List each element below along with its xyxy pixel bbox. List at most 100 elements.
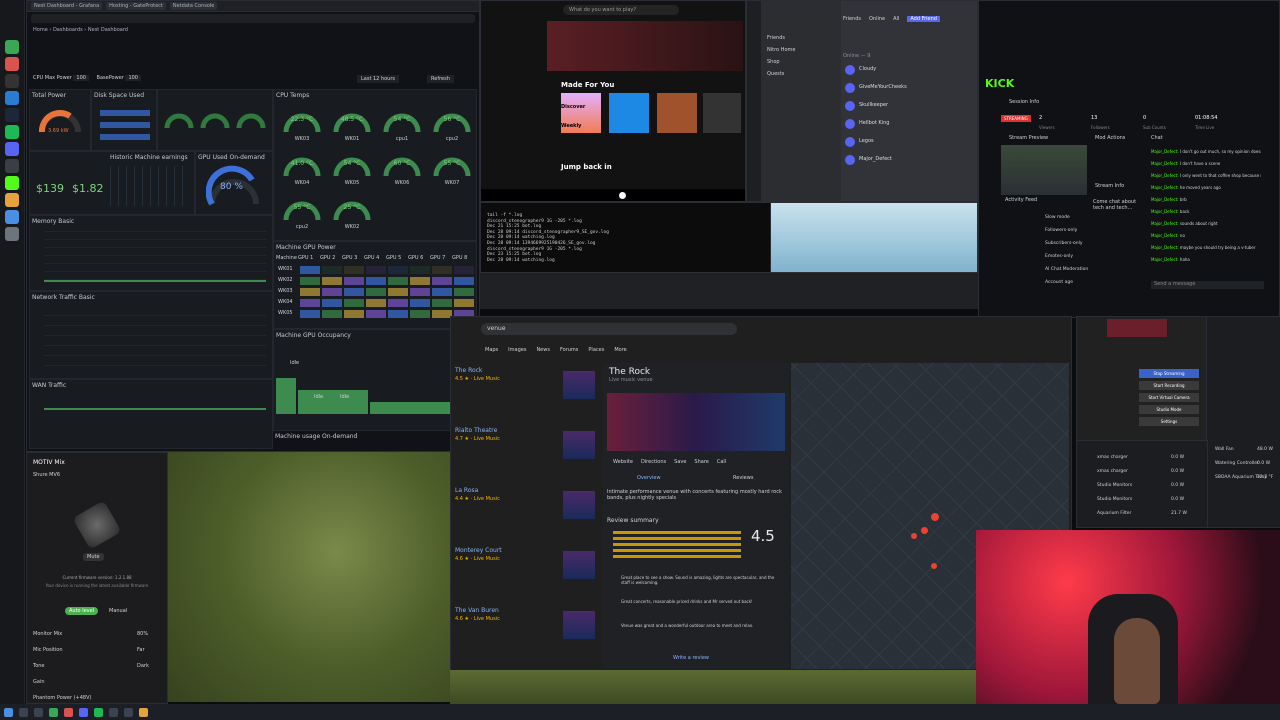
taskbar-app-icon[interactable]: [34, 707, 43, 717]
mod-action-item[interactable]: Slow mode: [1045, 215, 1070, 220]
card-daily-mix[interactable]: [609, 93, 649, 133]
maps-tab[interactable]: More: [614, 347, 626, 353]
obs-control-button[interactable]: Studio Mode: [1139, 405, 1199, 414]
discord-add-friend[interactable]: Add Friend: [907, 16, 940, 22]
time-range-picker[interactable]: Last 12 hours: [357, 75, 400, 83]
obs-control-button[interactable]: Start Virtual Camera: [1139, 393, 1199, 402]
place-action-button[interactable]: Call: [717, 459, 726, 465]
cpu-max-power-control[interactable]: CPU Max Power 100 BasePower 100: [33, 75, 141, 81]
mod-action-item[interactable]: Followers-only: [1045, 228, 1077, 233]
discord-nav-nitro[interactable]: Nitro Home: [767, 47, 795, 53]
mod-action-item[interactable]: Emotes-only: [1045, 254, 1073, 259]
map-pin[interactable]: [911, 533, 917, 539]
chat-user[interactable]: Major_Defect:: [1151, 209, 1180, 214]
tab-netdata[interactable]: Netdata Console: [169, 2, 218, 10]
result-name[interactable]: Rialto Theatre: [455, 427, 497, 434]
map-pin[interactable]: [931, 563, 937, 569]
taskbar-app-icon[interactable]: [94, 707, 103, 717]
place-tab-overview[interactable]: Overview: [637, 475, 661, 481]
settings-icon[interactable]: [5, 227, 19, 241]
chat-user[interactable]: Major_Defect:: [1151, 161, 1180, 166]
discord-icon[interactable]: [5, 142, 19, 156]
result-name[interactable]: Monterey Court: [455, 547, 502, 554]
motiv-setting-value[interactable]: Dark: [137, 663, 149, 669]
obs-icon[interactable]: [5, 159, 19, 173]
result-name[interactable]: La Rosa: [455, 487, 478, 494]
motiv-setting-value[interactable]: 80%: [137, 631, 148, 637]
address-bar[interactable]: [31, 14, 475, 23]
browser-icon[interactable]: [5, 57, 19, 71]
discord-tab-online[interactable]: Online: [869, 16, 885, 22]
maps-tab[interactable]: News: [536, 347, 550, 353]
friend-name[interactable]: Skullkeeper: [859, 102, 888, 108]
taskbar-app-icon[interactable]: [79, 707, 88, 717]
chrome-icon[interactable]: [5, 40, 19, 54]
discord-nav-shop[interactable]: Shop: [767, 59, 780, 65]
place-action-button[interactable]: Directions: [641, 459, 666, 465]
taskbar-app-icon[interactable]: [124, 707, 133, 717]
refresh-button[interactable]: Refresh: [427, 75, 454, 83]
maps-tab[interactable]: Images: [508, 347, 526, 353]
motiv-setting-value[interactable]: Far: [137, 647, 145, 653]
discord-nav-friends[interactable]: Friends: [767, 35, 785, 41]
chat-user[interactable]: Major_Defect:: [1151, 257, 1180, 262]
chat-user[interactable]: Major_Defect:: [1151, 149, 1180, 154]
chat-user[interactable]: Major_Defect:: [1151, 173, 1180, 178]
breadcrumb-dashboards[interactable]: Dashboards: [53, 27, 83, 33]
friend-name[interactable]: GiveMeYourCheeks: [859, 84, 907, 90]
files-icon[interactable]: [5, 193, 19, 207]
result-thumb[interactable]: [563, 551, 595, 579]
start-icon[interactable]: [4, 707, 13, 717]
maps-search-input[interactable]: venue: [481, 323, 737, 335]
map-pin[interactable]: [921, 527, 928, 534]
card-release[interactable]: [657, 93, 697, 133]
friend-name[interactable]: Cloudy: [859, 66, 876, 72]
mod-action-item[interactable]: Subscribers-only: [1045, 241, 1083, 246]
chat-user[interactable]: Major_Defect:: [1151, 221, 1180, 226]
mod-action-item[interactable]: AI Chat Moderation: [1045, 267, 1088, 272]
place-photos[interactable]: [607, 393, 785, 451]
chat-send-input[interactable]: Send a message: [1151, 281, 1264, 289]
taskbar-app-icon[interactable]: [64, 707, 73, 717]
mail-icon[interactable]: [5, 210, 19, 224]
maps-tab[interactable]: Forums: [560, 347, 578, 353]
motiv-device[interactable]: Shure MV6: [27, 472, 167, 478]
taskbar-app-icon[interactable]: [19, 707, 28, 717]
spotify-icon[interactable]: [5, 125, 19, 139]
chat-user[interactable]: Major_Defect:: [1151, 197, 1180, 202]
obs-control-button[interactable]: Settings: [1139, 417, 1199, 426]
tab-hosting[interactable]: Hosting - GateProtect: [106, 2, 166, 10]
obs-control-button[interactable]: Stop Streaming: [1139, 369, 1199, 378]
chat-user[interactable]: Major_Defect:: [1151, 245, 1180, 250]
friend-name[interactable]: Major_Defect: [859, 156, 892, 162]
discord-nav-quests[interactable]: Quests: [767, 71, 784, 77]
mod-action-item[interactable]: Account age: [1045, 280, 1073, 285]
result-thumb[interactable]: [563, 371, 595, 399]
breadcrumb-home[interactable]: Home: [33, 27, 48, 33]
write-review-button[interactable]: Write a review: [673, 655, 709, 661]
place-action-button[interactable]: Save: [674, 459, 686, 465]
place-action-button[interactable]: Website: [613, 459, 633, 465]
result-name[interactable]: The Van Buren: [455, 607, 499, 614]
base-power-value[interactable]: 100: [125, 75, 141, 81]
discord-tab-all[interactable]: All: [893, 16, 899, 22]
kick-icon[interactable]: [5, 176, 19, 190]
tab-grafana[interactable]: Nest Dashboard - Grafana: [31, 2, 103, 10]
place-tab-reviews[interactable]: Reviews: [733, 475, 753, 481]
taskbar-app-icon[interactable]: [139, 707, 148, 717]
result-name[interactable]: The Rock: [455, 367, 482, 374]
cpu-max-power-value[interactable]: 100: [73, 75, 89, 81]
card-discover[interactable]: Discover Weekly: [561, 93, 601, 133]
result-thumb[interactable]: [563, 431, 595, 459]
card-daily-mix-2[interactable]: [703, 93, 741, 133]
friend-name[interactable]: Legos: [859, 138, 874, 144]
vscode-icon[interactable]: [5, 91, 19, 105]
taskbar-app-icon[interactable]: [109, 707, 118, 717]
manual-tab[interactable]: Manual: [105, 607, 131, 615]
obs-control-button[interactable]: Start Recording: [1139, 381, 1199, 390]
auto-level-tab[interactable]: Auto level: [65, 607, 99, 615]
maps-tab[interactable]: Places: [588, 347, 604, 353]
spotify-search[interactable]: What do you want to play?: [563, 5, 679, 15]
result-thumb[interactable]: [563, 611, 595, 639]
place-action-button[interactable]: Share: [694, 459, 708, 465]
